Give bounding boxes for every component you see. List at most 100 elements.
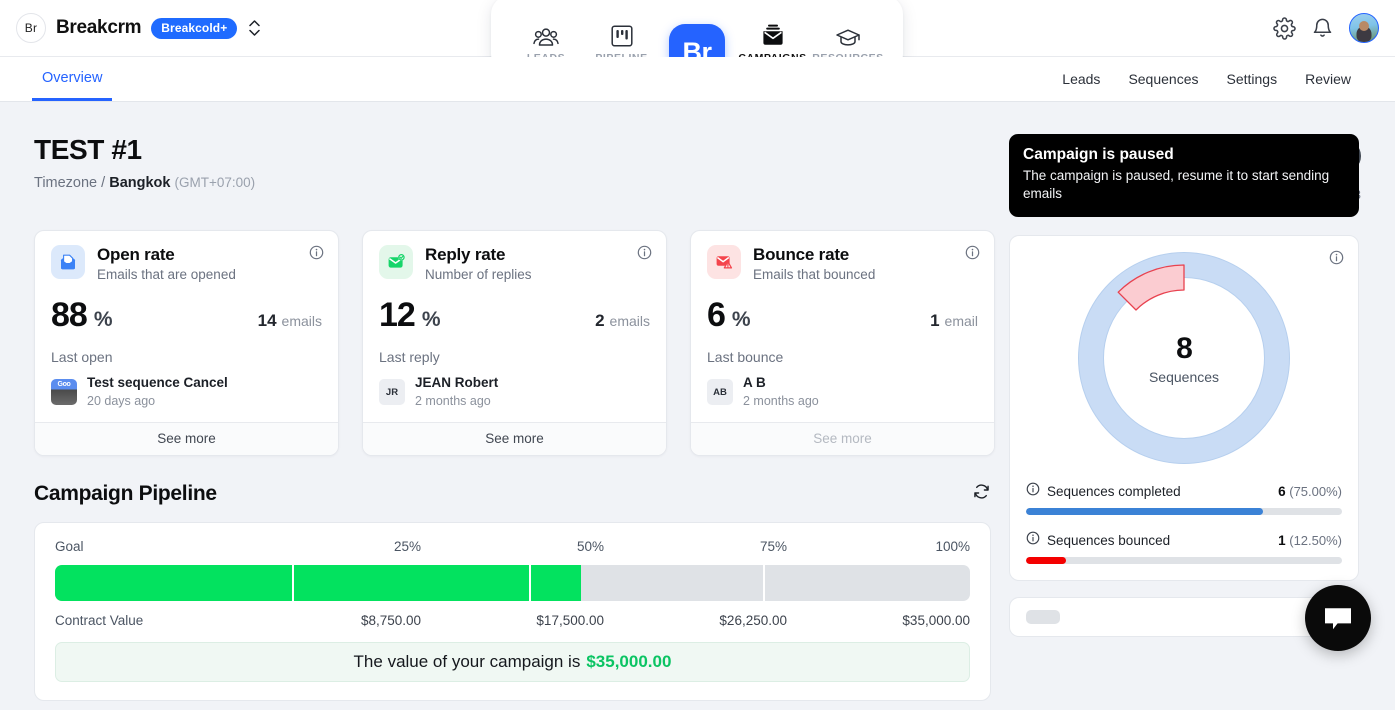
briefcase-envelope-icon	[761, 23, 785, 47]
banner-amount: $35,000.00	[586, 652, 672, 671]
pipeline-tick-50	[528, 565, 531, 601]
info-icon[interactable]	[1329, 250, 1344, 270]
legend-bar-bounced	[1026, 557, 1342, 565]
top-bar: Br Breakcrm Breakcold+ LEADS	[0, 0, 1395, 80]
scale-label-25: 25%	[393, 539, 421, 554]
metric-value: 88	[51, 296, 88, 334]
person-avatar: Goo	[51, 379, 77, 405]
metric-title: Bounce rate	[753, 245, 850, 264]
see-more-button[interactable]: See more	[363, 422, 666, 455]
person-name: A B	[743, 375, 766, 390]
pipeline-card: Goal 25% 50% 75% 100% Contract Value $8,…	[34, 522, 991, 701]
pipeline-value-banner: The value of your campaign is $35,000.00	[55, 642, 970, 682]
scale-label-goal: Goal	[55, 539, 84, 554]
legend-label: Sequences bounced	[1047, 533, 1171, 549]
info-icon[interactable]	[965, 245, 980, 265]
bell-icon[interactable]	[1312, 17, 1333, 39]
info-icon[interactable]	[637, 245, 652, 265]
header-actions	[1273, 13, 1379, 43]
person-avatar: AB	[707, 379, 733, 405]
alert-title: Campaign is paused	[1023, 146, 1174, 163]
metric-card-bounce-rate: Bounce rate Emails that bounced 6 % 1 em…	[690, 230, 995, 456]
refresh-icon[interactable]	[972, 482, 991, 506]
chevron-updown-icon[interactable]	[249, 20, 261, 36]
metric-count: 1	[930, 311, 940, 330]
timezone-value: Bangkok	[109, 175, 171, 191]
metric-last-person[interactable]: Goo Test sequence Cancel 20 days ago	[51, 374, 322, 410]
open-envelope-icon	[51, 245, 85, 279]
donut-svg	[1078, 252, 1290, 465]
value-label-contract: Contract Value	[55, 613, 144, 628]
metric-count: 2	[595, 311, 605, 330]
campaign-tabbar: Overview Leads Sequences Settings Review	[0, 57, 1395, 102]
tab-overview[interactable]: Overview	[32, 57, 113, 101]
metric-unit: %	[93, 308, 113, 331]
page-title: TEST #1	[34, 134, 142, 165]
person-time: 20 days ago	[87, 394, 156, 408]
info-icon[interactable]	[1026, 482, 1040, 501]
legend-count: 6	[1278, 484, 1286, 500]
chat-bubble-icon[interactable]	[1305, 585, 1371, 652]
see-more-button[interactable]: See more	[35, 422, 338, 455]
pipeline-tick-25	[291, 565, 294, 601]
page-content: TEST #1 Timezone / Bangkok (GMT+07:00) P…	[0, 102, 1395, 710]
legend-percent: (12.50%)	[1289, 533, 1342, 549]
metric-title: Open rate	[97, 245, 175, 264]
scale-label-75: 75%	[759, 539, 787, 554]
timezone-line: Timezone / Bangkok (GMT+07:00)	[34, 175, 255, 191]
metric-count-unit: emails	[281, 313, 322, 329]
metric-card-open-rate: Open rate Emails that are opened 88 % 14…	[34, 230, 339, 456]
scale-label-100: 100%	[935, 539, 970, 554]
legend-sequences-completed: Sequences completed 6 (75.00%)	[1026, 482, 1342, 516]
metric-unit: %	[421, 308, 441, 331]
metric-last-person[interactable]: AB A B 2 months ago	[707, 374, 978, 410]
pipeline-title: Campaign Pipeline	[34, 482, 217, 505]
metric-stat-row: 12 % 2 emails	[379, 296, 650, 335]
metric-last-person[interactable]: JR JEAN Robert 2 months ago	[379, 374, 650, 410]
workspace-name: Breakcrm	[56, 17, 142, 38]
legend-percent: (75.00%)	[1289, 484, 1342, 500]
sequences-card: 8 Sequences Sequences completed 6 (75.00…	[1009, 235, 1359, 582]
graduation-cap-icon	[835, 23, 861, 47]
legend-bar-fill	[1026, 508, 1263, 516]
tab-leads[interactable]: Leads	[1052, 71, 1110, 87]
plan-badge: Breakcold+	[151, 17, 238, 39]
person-name: Test sequence Cancel	[87, 375, 228, 390]
timezone-separator: /	[101, 175, 106, 191]
metric-card-reply-rate: Reply rate Number of replies 12 % 2 emai…	[362, 230, 667, 456]
metric-value: 6	[707, 296, 726, 334]
tab-sequences[interactable]: Sequences	[1118, 71, 1208, 87]
scale-label-50: 50%	[576, 539, 604, 554]
legend-bar-completed	[1026, 508, 1342, 516]
metric-last-label: Last reply	[379, 349, 440, 365]
right-column: Campaign is paused The campaign is pause…	[1009, 102, 1371, 652]
info-icon[interactable]	[1026, 531, 1040, 550]
workspace-avatar: Br	[16, 13, 46, 43]
gear-icon[interactable]	[1273, 16, 1296, 40]
value-label-100: $35,000.00	[902, 613, 970, 628]
see-more-button[interactable]: See more	[691, 422, 994, 455]
timezone-label: Timezone	[34, 175, 98, 191]
avatar[interactable]	[1349, 13, 1379, 43]
person-avatar: JR	[379, 379, 405, 405]
value-label-75: $26,250.00	[719, 613, 787, 628]
person-time: 2 months ago	[743, 394, 819, 408]
alert-text: The campaign is paused, resume it to sta…	[1023, 168, 1330, 202]
paused-alert: Campaign is paused The campaign is pause…	[1009, 134, 1359, 218]
metric-subtitle: Emails that bounced	[753, 267, 876, 282]
tab-group-secondary: Leads Sequences Settings Review	[1052, 57, 1361, 101]
metric-title: Reply rate	[425, 245, 506, 264]
legend-count: 1	[1278, 533, 1286, 549]
timezone-gmt: (GMT+07:00)	[174, 175, 256, 190]
tab-review[interactable]: Review	[1295, 71, 1361, 87]
brand-switcher[interactable]: Br Breakcrm Breakcold+	[16, 13, 261, 43]
banner-text: The value of your campaign is	[353, 652, 581, 671]
tab-settings[interactable]: Settings	[1217, 71, 1288, 87]
pipeline-tick-75	[763, 565, 766, 601]
info-icon[interactable]	[309, 245, 324, 265]
legend-label: Sequences completed	[1047, 484, 1181, 500]
pipeline-values: Contract Value $8,750.00 $17,500.00 $26,…	[55, 613, 970, 628]
person-time: 2 months ago	[415, 394, 491, 408]
metric-stat-row: 88 % 14 emails	[51, 296, 322, 335]
nav-item-feed[interactable]: FEED Br	[660, 8, 734, 80]
